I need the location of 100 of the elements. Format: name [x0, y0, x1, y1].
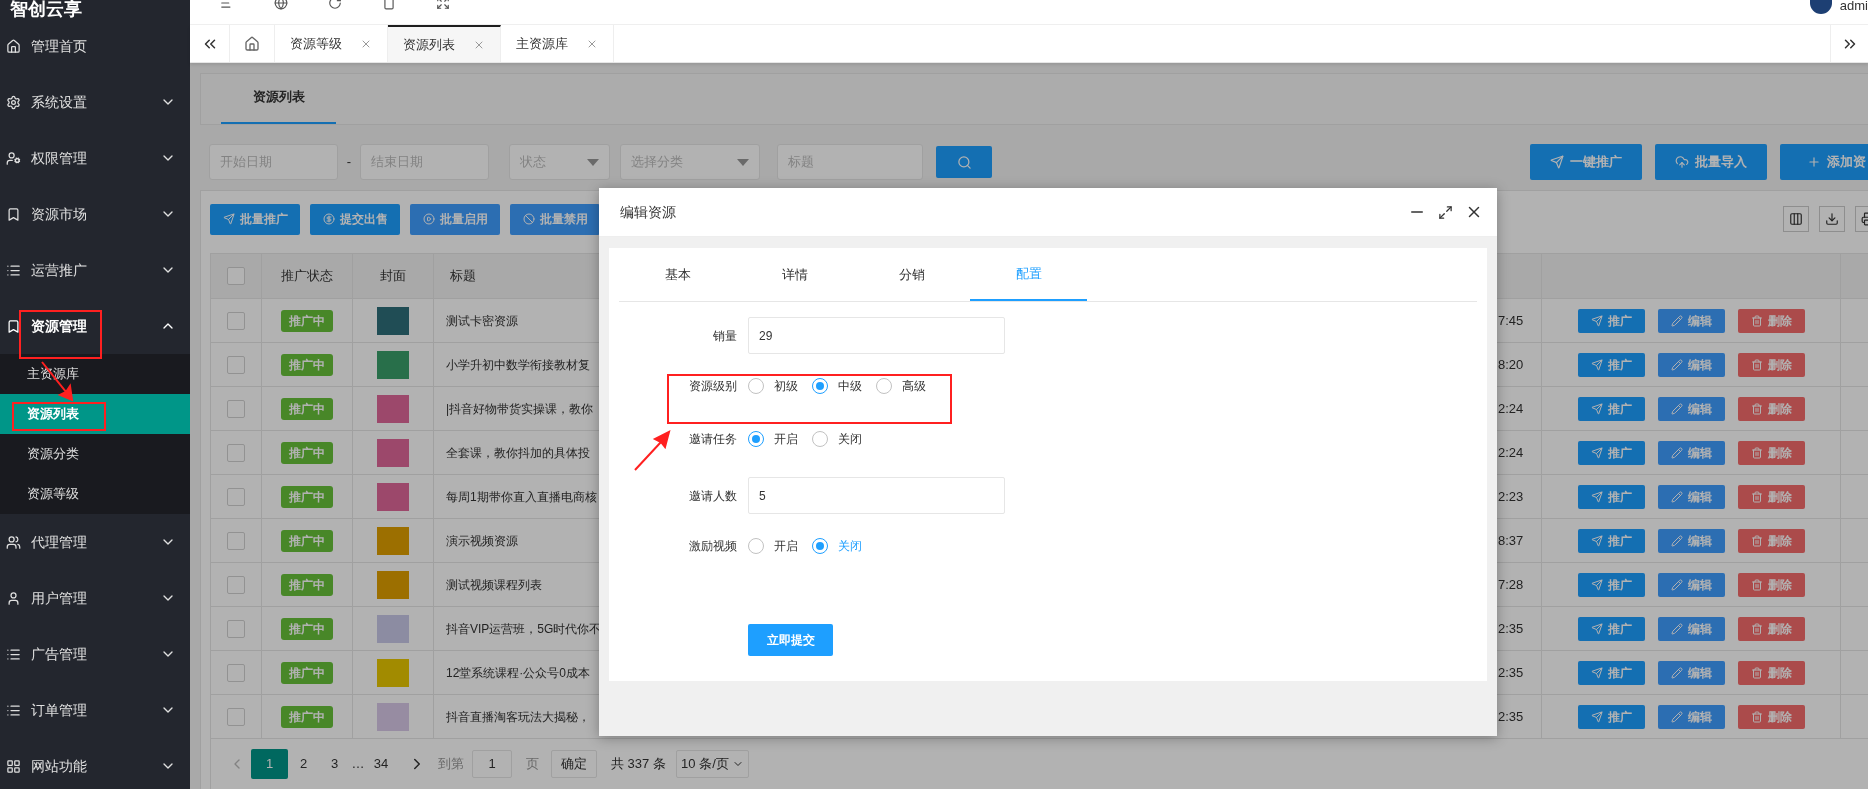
- checkbox[interactable]: [227, 663, 245, 682]
- row-action-button[interactable]: 编辑: [1657, 308, 1725, 333]
- sidebar-item[interactable]: 权限管理: [0, 130, 190, 186]
- maximize-icon[interactable]: [1438, 204, 1453, 220]
- row-action-button[interactable]: 编辑: [1657, 528, 1725, 553]
- row-action-button[interactable]: 编辑: [1657, 616, 1725, 641]
- radio-label[interactable]: 开启: [774, 430, 798, 448]
- batch-button[interactable]: 提交出售: [310, 203, 400, 235]
- row-action-button[interactable]: 推广: [1577, 308, 1645, 333]
- username[interactable]: admi: [1839, 0, 1868, 12]
- avatar[interactable]: [1809, 0, 1832, 14]
- radio-button[interactable]: [812, 538, 828, 554]
- search-button[interactable]: [936, 146, 992, 178]
- row-action-button[interactable]: 推广: [1577, 528, 1645, 553]
- sidebar-item[interactable]: 用户管理: [0, 570, 190, 626]
- row-action-button[interactable]: 编辑: [1657, 396, 1725, 421]
- row-action-button[interactable]: 推广: [1577, 616, 1645, 641]
- page-number[interactable]: 2: [288, 749, 319, 779]
- batch-button[interactable]: 批量推广: [210, 203, 300, 235]
- input-field[interactable]: 29: [748, 317, 1005, 354]
- radio-label[interactable]: 高级: [902, 377, 926, 395]
- action-button[interactable]: 批量导入: [1655, 144, 1767, 180]
- refresh-icon[interactable]: [328, 0, 342, 10]
- page-number[interactable]: 1: [251, 749, 288, 779]
- page-number[interactable]: 3: [319, 749, 350, 779]
- row-action-button[interactable]: 删除: [1737, 528, 1805, 553]
- page-tab[interactable]: 主资源库: [501, 25, 614, 62]
- submenu-item[interactable]: 资源分类: [0, 434, 190, 474]
- sidebar-item[interactable]: 管理首页: [0, 18, 190, 74]
- radio-label[interactable]: 关闭: [838, 537, 862, 555]
- row-action-button[interactable]: 推广: [1577, 660, 1645, 685]
- row-action-button[interactable]: 删除: [1737, 616, 1805, 641]
- row-action-button[interactable]: 编辑: [1657, 660, 1725, 685]
- row-action-button[interactable]: 编辑: [1657, 572, 1725, 597]
- page-number[interactable]: 34: [366, 754, 396, 774]
- dialog-tab[interactable]: 分销: [853, 248, 970, 301]
- row-action-button[interactable]: 删除: [1737, 352, 1805, 377]
- sidebar-item[interactable]: 代理管理: [0, 514, 190, 570]
- checkbox[interactable]: [227, 399, 245, 418]
- action-button[interactable]: 一键推广: [1530, 144, 1642, 180]
- columns-icon[interactable]: [1783, 206, 1809, 232]
- checkbox[interactable]: [227, 487, 245, 506]
- radio-button[interactable]: [748, 431, 764, 447]
- dialog-tab[interactable]: 基本: [619, 248, 736, 301]
- radio-button[interactable]: [748, 538, 764, 554]
- trash-icon[interactable]: [382, 0, 396, 10]
- row-action-button[interactable]: 删除: [1737, 660, 1805, 685]
- sidebar-item[interactable]: 资源管理: [0, 298, 190, 354]
- row-action-button[interactable]: 编辑: [1657, 440, 1725, 465]
- row-action-button[interactable]: 推广: [1577, 572, 1645, 597]
- submenu-item[interactable]: 资源列表: [0, 394, 190, 434]
- submit-button[interactable]: 立即提交: [748, 624, 833, 656]
- row-action-button[interactable]: 推广: [1577, 396, 1645, 421]
- checkbox[interactable]: [227, 531, 245, 550]
- page-title-tab[interactable]: 资源列表: [221, 72, 336, 124]
- row-action-button[interactable]: 编辑: [1657, 352, 1725, 377]
- row-action-button[interactable]: 推广: [1577, 484, 1645, 509]
- row-action-button[interactable]: 推广: [1577, 440, 1645, 465]
- submenu-item[interactable]: 资源等级: [0, 474, 190, 514]
- action-button[interactable]: 添加资: [1780, 144, 1868, 180]
- radio-label[interactable]: 中级: [838, 377, 862, 395]
- checkbox[interactable]: [227, 575, 245, 594]
- row-action-button[interactable]: 删除: [1737, 308, 1805, 333]
- checkbox[interactable]: [227, 443, 245, 462]
- sidebar-item[interactable]: 资源市场: [0, 186, 190, 242]
- confirm-button[interactable]: 确定: [551, 750, 597, 778]
- radio-button[interactable]: [812, 431, 828, 447]
- checkbox[interactable]: [227, 619, 245, 638]
- export-icon[interactable]: [1819, 206, 1845, 232]
- row-action-button[interactable]: 删除: [1737, 572, 1805, 597]
- sidebar-item[interactable]: 订单管理: [0, 682, 190, 738]
- batch-button[interactable]: 批量启用: [410, 203, 500, 235]
- page-tab[interactable]: 资源等级: [275, 25, 388, 62]
- checkbox[interactable]: [227, 355, 245, 374]
- row-action-button[interactable]: 推广: [1577, 704, 1645, 729]
- row-action-button[interactable]: 删除: [1737, 396, 1805, 421]
- dialog-tab[interactable]: 详情: [736, 248, 853, 301]
- sidebar-item[interactable]: 系统设置: [0, 74, 190, 130]
- row-action-button[interactable]: 删除: [1737, 704, 1805, 729]
- radio-button[interactable]: [748, 378, 764, 394]
- checkbox[interactable]: [227, 311, 245, 330]
- page-size-select[interactable]: 10 条/页: [675, 750, 749, 778]
- checkbox[interactable]: [227, 707, 245, 726]
- sidebar-item[interactable]: 运营推广: [0, 242, 190, 298]
- radio-label[interactable]: 开启: [774, 537, 798, 555]
- checkbox[interactable]: [227, 267, 245, 285]
- dialog-tab[interactable]: 配置: [970, 248, 1087, 301]
- batch-button[interactable]: 批量禁用: [510, 203, 600, 235]
- radio-label[interactable]: 关闭: [838, 430, 862, 448]
- sidebar-item[interactable]: 网站功能: [0, 738, 190, 789]
- goto-page-field[interactable]: 1: [472, 750, 512, 778]
- page-tab[interactable]: 资源列表: [388, 25, 501, 62]
- row-action-button[interactable]: 删除: [1737, 440, 1805, 465]
- row-action-button[interactable]: 推广: [1577, 352, 1645, 377]
- globe-icon[interactable]: [274, 0, 288, 10]
- fullscreen-icon[interactable]: [436, 0, 450, 10]
- radio-label[interactable]: 初级: [774, 377, 798, 395]
- row-action-button[interactable]: 编辑: [1657, 704, 1725, 729]
- row-action-button[interactable]: 编辑: [1657, 484, 1725, 509]
- row-action-button[interactable]: 删除: [1737, 484, 1805, 509]
